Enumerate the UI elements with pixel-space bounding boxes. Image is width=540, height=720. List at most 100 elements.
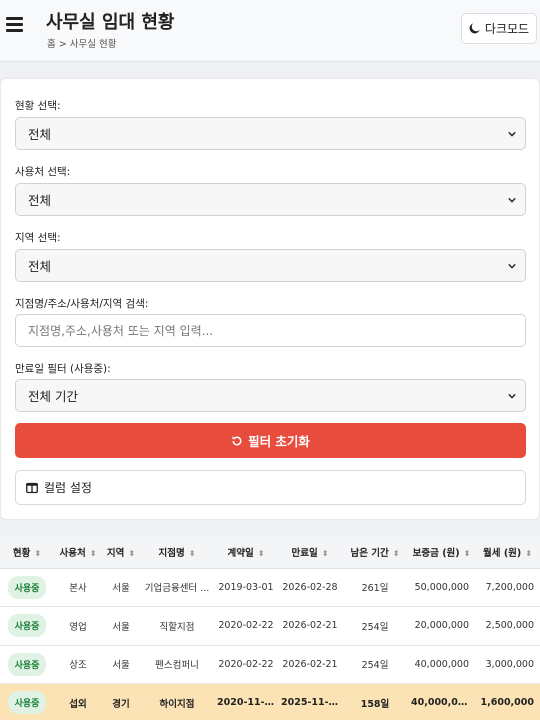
sort-icon: ⬍ [463,548,471,558]
expiry-filter-label: 만료일 필터 (사용중): [15,363,111,375]
start-date-cell: 2020-02-22 [214,645,278,684]
reset-filters-button[interactable]: 필터 초기화 [15,423,526,458]
remaining-cell: 158일 [342,683,408,720]
reset-filters-label: 필터 초기화 [248,434,310,449]
region-select[interactable]: 전체 [15,249,526,282]
table-row[interactable]: 사용중 본사 서울 기업금융센터 ... 2019-03-01 2026-02-… [0,568,540,607]
rent-cell: 7,200,000 [475,568,540,607]
start-date-cell: 2020-02-22 [214,606,278,646]
branch-cell: 직할지점 [140,606,214,646]
moon-icon [469,23,480,34]
table-row[interactable]: 사용중 영업 서울 직할지점 2020-02-22 2026-02-21 254… [0,606,540,646]
status-select-value: 전체 [28,127,52,142]
expiry-select-value: 전체 기간 [28,389,78,404]
dark-mode-button[interactable]: 다크모드 [461,13,537,44]
column-header-label: 만료일 [291,547,318,559]
sort-icon: ⬍ [34,548,42,558]
branch-cell: 기업금융센터 ... [140,568,214,607]
column-header-remaining[interactable]: 남은 기간 ⬍ [342,536,408,569]
deposit-cell: 40,000,000 [408,683,475,720]
reset-icon [232,435,242,445]
menu-icon[interactable] [6,17,23,32]
status-cell: 사용중 [0,568,54,607]
end-date-cell: 2026-02-21 [278,645,342,684]
end-date-cell: 2026-02-21 [278,606,342,646]
region-cell: 서울 [102,606,140,646]
end-date-cell: 2025-11-17 [278,683,342,720]
sort-icon: ⬍ [128,548,136,558]
region-cell: 서울 [102,645,140,684]
column-header-label: 남은 기간 [350,547,389,559]
column-header-rent[interactable]: 월세 (원) ⬍ [475,536,540,569]
user-select-value: 전체 [28,193,52,208]
chevron-down-icon [508,393,516,399]
deposit-cell: 20,000,000 [408,606,475,646]
dark-mode-label: 다크모드 [484,22,530,36]
chevron-down-icon [508,197,516,203]
user-cell: 섭외 [54,683,102,720]
search-input[interactable]: 지점명,주소,사용처 또는 지역 입력... [15,314,526,347]
status-badge: 사용중 [7,691,47,715]
column-header-label: 사용처 [59,547,86,559]
start-date-cell: 2020-11-18 [214,683,278,720]
sort-icon: ⬍ [257,548,265,558]
lease-table-container[interactable]: 현황 ⬍ 사용처 ⬍ 지역 ⬍ 지점명 ⬍ 계약일 ⬍ 만료일 ⬍ 남은 기간 ⬍ 보증금 (… [0,536,540,720]
column-header-region[interactable]: 지역 ⬍ [102,536,140,569]
column-header-user[interactable]: 사용처 ⬍ [54,536,102,569]
filter-panel: 현황 선택: 전체 사용처 선택: 전체 지역 선택: 전체 지점명/주소/사용… [0,78,540,520]
sort-icon: ⬍ [321,548,329,558]
column-header-label: 월세 (원) [483,547,522,559]
column-header-status[interactable]: 현황 ⬍ [0,536,54,569]
column-header-label: 보증금 (원) [412,547,460,559]
region-select-value: 전체 [28,259,52,274]
sort-icon: ⬍ [89,548,97,558]
status-filter-label: 현황 선택: [15,100,61,112]
user-select[interactable]: 전체 [15,183,526,216]
column-header-label: 지역 [106,547,125,559]
status-select[interactable]: 전체 [15,117,526,150]
remaining-cell: 261일 [342,568,408,607]
region-cell: 서울 [102,568,140,607]
user-cell: 상조 [54,645,102,684]
column-settings-button[interactable]: 컬럼 설정 [15,470,526,505]
chevron-down-icon [508,263,516,269]
expiry-select[interactable]: 전체 기간 [15,379,526,412]
rent-cell: 2,500,000 [475,606,540,646]
page-title: 사무실 임대 현황 [46,12,175,33]
status-cell: 사용중 [0,683,54,720]
sort-icon: ⬍ [525,548,532,558]
deposit-cell: 50,000,000 [408,568,475,607]
status-badge: 사용중 [7,575,47,599]
column-header-label: 현황 [12,547,31,559]
status-badge: 사용중 [7,652,47,676]
deposit-cell: 40,000,000 [408,645,475,684]
user-cell: 영업 [54,606,102,646]
column-header-branch[interactable]: 지점명 ⬍ [140,536,214,569]
sort-icon: ⬍ [188,548,196,558]
lease-table: 현황 ⬍ 사용처 ⬍ 지역 ⬍ 지점명 ⬍ 계약일 ⬍ 만료일 ⬍ 남은 기간 ⬍ 보증금 (… [0,536,540,720]
column-settings-label: 컬럼 설정 [44,481,92,495]
columns-icon [26,482,38,493]
search-placeholder: 지점명,주소,사용처 또는 지역 입력... [28,324,214,338]
table-row-highlighted[interactable]: 사용중 섭외 경기 하이지점 2020-11-18 2025-11-17 158… [0,683,540,720]
column-header-label: 계약일 [227,547,254,559]
column-header-start-date[interactable]: 계약일 ⬍ [214,536,278,569]
search-label: 지점명/주소/사용처/지역 검색: [15,298,149,310]
end-date-cell: 2026-02-28 [278,568,342,607]
column-header-end-date[interactable]: 만료일 ⬍ [278,536,342,569]
remaining-cell: 254일 [342,606,408,646]
table-row[interactable]: 사용중 상조 서울 펜스컴퍼니 2020-02-22 2026-02-21 25… [0,645,540,684]
start-date-cell: 2019-03-01 [214,568,278,607]
branch-cell: 하이지점 [140,683,214,720]
status-badge: 사용중 [7,614,47,638]
sort-icon: ⬍ [392,548,400,558]
breadcrumb[interactable]: 홈 > 사무실 현황 [47,36,116,50]
column-header-deposit[interactable]: 보증금 (원) ⬍ [408,536,475,569]
rent-cell: 1,600,000 [475,683,540,720]
region-filter-label: 지역 선택: [15,232,61,244]
user-cell: 본사 [54,568,102,607]
table-header-row: 현황 ⬍ 사용처 ⬍ 지역 ⬍ 지점명 ⬍ 계약일 ⬍ 만료일 ⬍ 남은 기간 ⬍ 보증금 (… [0,536,540,569]
app-header: 사무실 임대 현황 홈 > 사무실 현황 다크모드 [0,0,540,62]
status-cell: 사용중 [0,606,54,646]
branch-cell: 펜스컴퍼니 [140,645,214,684]
